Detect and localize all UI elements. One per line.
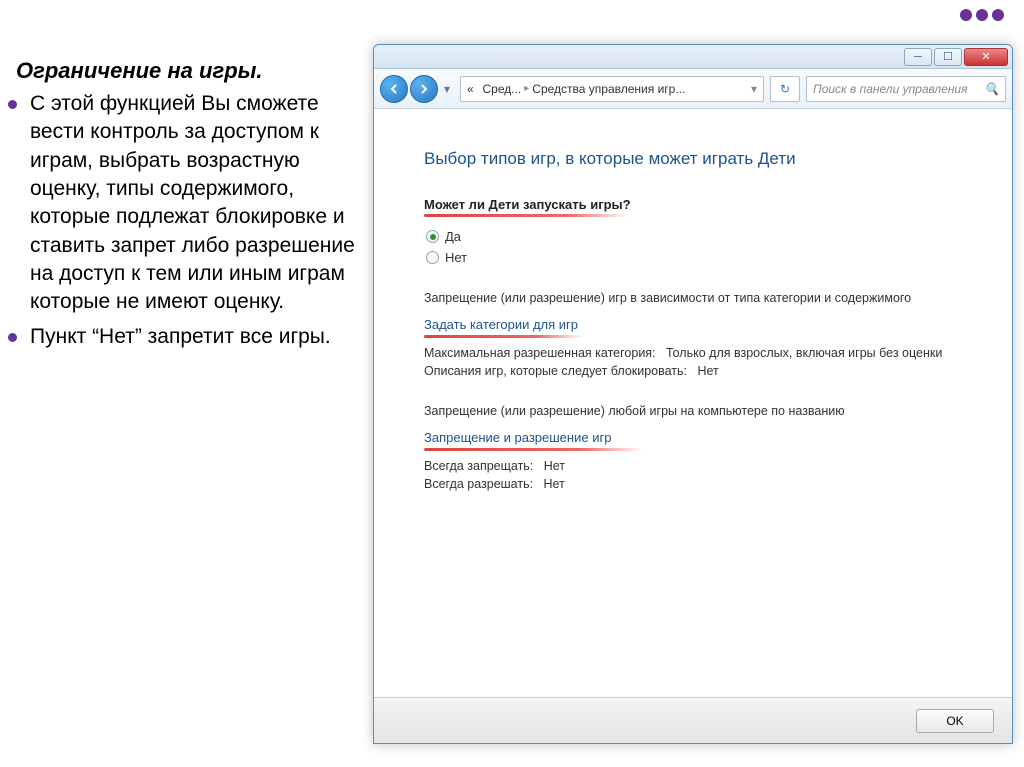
radio-no[interactable]: Нет [424,250,982,265]
value: Только для взрослых, включая игры без оц… [666,346,942,360]
arrow-left-icon [388,83,400,95]
slide-title: Ограничение на игры. [16,58,263,84]
underline-annotation [424,214,629,217]
dropdown-icon[interactable]: ▾ [751,82,757,96]
label: Максимальная разрешенная категория: [424,346,656,360]
back-button[interactable] [380,75,408,103]
always-block-row: Всегда запрещать: Нет [424,459,982,473]
radio-icon [426,230,439,243]
close-button[interactable]: ✕ [964,48,1008,66]
set-categories-link[interactable]: Задать категории для игр [424,317,578,332]
slide-bullets: С этой функцией Вы сможете вести контрол… [0,90,370,357]
block-allow-games-link[interactable]: Запрещение и разрешение игр [424,430,611,445]
max-category-row: Максимальная разрешенная категория: Толь… [424,346,982,360]
dialog-footer: OK [374,697,1012,743]
refresh-button[interactable]: ↻ [770,76,800,102]
radio-label: Нет [445,250,467,265]
explorer-window: ─ ☐ ✕ ▾ « Сред... ▸ Средства управления … [373,44,1013,744]
ok-button[interactable]: OK [916,709,994,733]
bullet-item: Пункт “Нет” запретит все игры. [30,323,370,351]
chevron-down-icon[interactable]: ▾ [440,82,454,96]
maximize-button[interactable]: ☐ [934,48,962,66]
can-play-question: Может ли Дети запускать игры? [424,197,982,212]
label: Всегда запрещать: [424,459,533,473]
breadcrumb-chevrons-icon: « [467,82,474,96]
section-category-desc: Запрещение (или разрешение) игр в зависи… [424,291,982,305]
search-icon: 🔍 [984,82,999,96]
underline-annotation [424,448,644,451]
search-input[interactable]: Поиск в панели управления 🔍 [806,76,1006,102]
always-allow-row: Всегда разрешать: Нет [424,477,982,491]
radio-yes[interactable]: Да [424,229,982,244]
content-area: Выбор типов игр, в которые может играть … [374,109,1012,697]
underline-annotation [424,335,584,338]
value: Нет [697,364,718,378]
search-placeholder: Поиск в панели управления [813,82,968,96]
minimize-button[interactable]: ─ [904,48,932,66]
label: Всегда разрешать: [424,477,533,491]
value: Нет [544,477,565,491]
window-titlebar: ─ ☐ ✕ [374,45,1012,69]
arrow-right-icon [418,83,430,95]
block-descriptions-row: Описания игр, которые следует блокироват… [424,364,982,378]
radio-label: Да [445,229,461,244]
forward-button[interactable] [410,75,438,103]
breadcrumb-part: Сред... [483,82,522,96]
breadcrumb-part: Средства управления игр... [532,82,685,96]
slide-decoration-dots [956,8,1004,26]
bullet-item: С этой функцией Вы сможете вести контрол… [30,90,370,317]
value: Нет [544,459,565,473]
breadcrumb[interactable]: « Сред... ▸ Средства управления игр... ▾ [460,76,764,102]
radio-icon [426,251,439,264]
refresh-icon: ↻ [780,82,790,96]
section-byname-desc: Запрещение (или разрешение) любой игры н… [424,404,982,418]
navigation-bar: ▾ « Сред... ▸ Средства управления игр...… [374,69,1012,109]
page-heading: Выбор типов игр, в которые может играть … [424,149,982,169]
label: Описания игр, которые следует блокироват… [424,364,687,378]
